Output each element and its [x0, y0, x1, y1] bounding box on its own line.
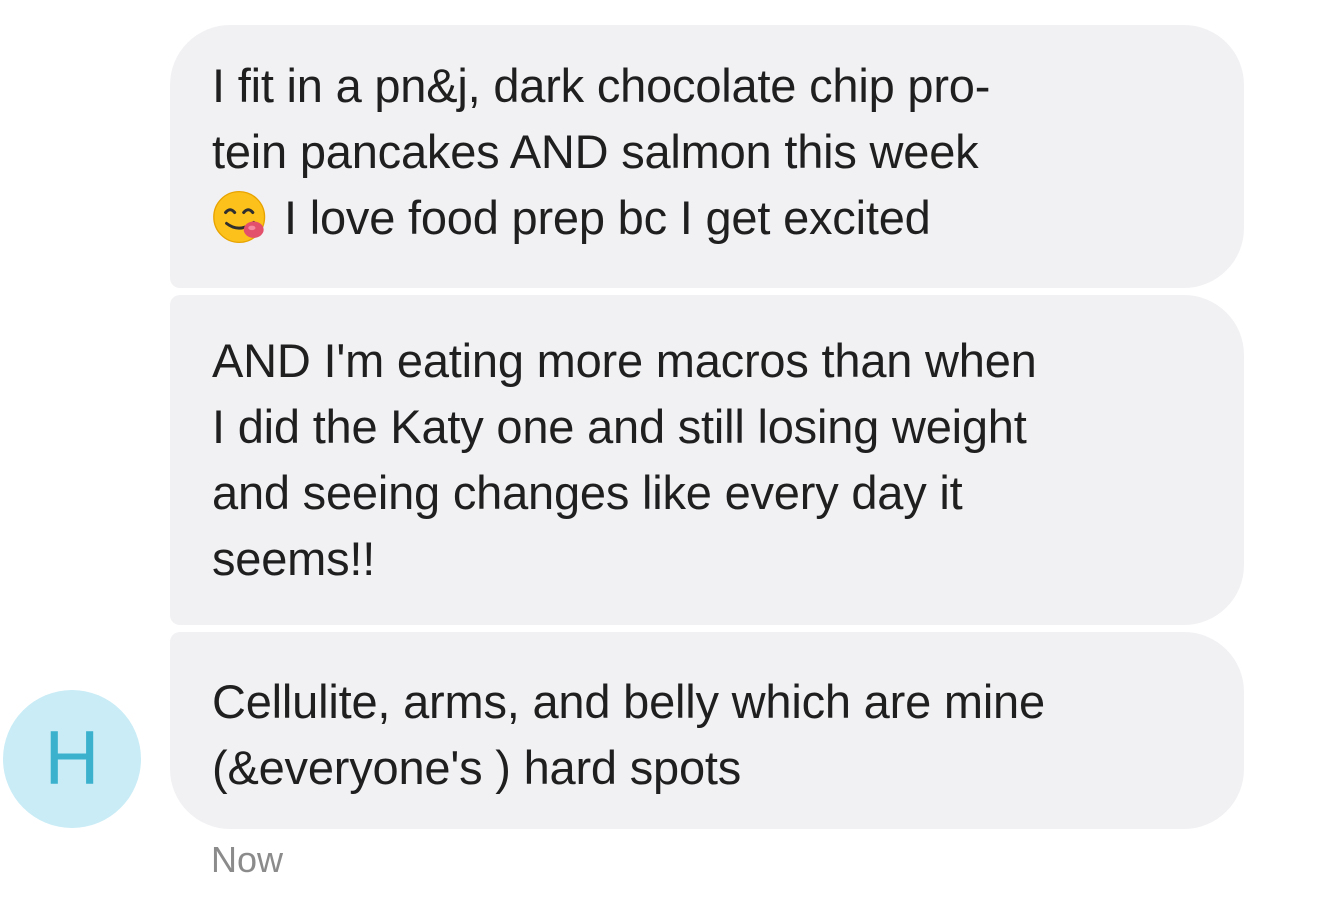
- message-line: I did the Katy one and still losing weig…: [212, 400, 1027, 453]
- message-thread: I fit in a pn&j, dark chocolate chip pro…: [0, 0, 1322, 905]
- message-line: (&everyone's ) hard spots: [212, 741, 742, 794]
- message-timestamp: Now: [211, 839, 284, 880]
- message-line: seems!!: [212, 532, 376, 585]
- face-savoring-food-icon: [213, 190, 266, 244]
- message-bubble[interactable]: Cellulite, arms, and belly which are min…: [170, 632, 1244, 829]
- message-line: tein pancakes AND salmon this week: [212, 125, 979, 178]
- avatar[interactable]: H: [3, 690, 141, 828]
- message-line: I fit in a pn&j, dark chocolate chip pro…: [212, 59, 991, 112]
- message-bubble[interactable]: AND I'm eating more macros than when I d…: [170, 295, 1244, 625]
- message-text: I love food prep bc I get excited: [284, 191, 931, 244]
- message-line: and seeing changes like every day it: [212, 466, 963, 519]
- message-line: Cellulite, arms, and belly which are min…: [212, 675, 1045, 728]
- message-line-with-emoji: I love food prep bc I get excited: [212, 185, 1214, 251]
- message-bubble[interactable]: I fit in a pn&j, dark chocolate chip pro…: [170, 25, 1244, 288]
- message-line: AND I'm eating more macros than when: [212, 334, 1037, 387]
